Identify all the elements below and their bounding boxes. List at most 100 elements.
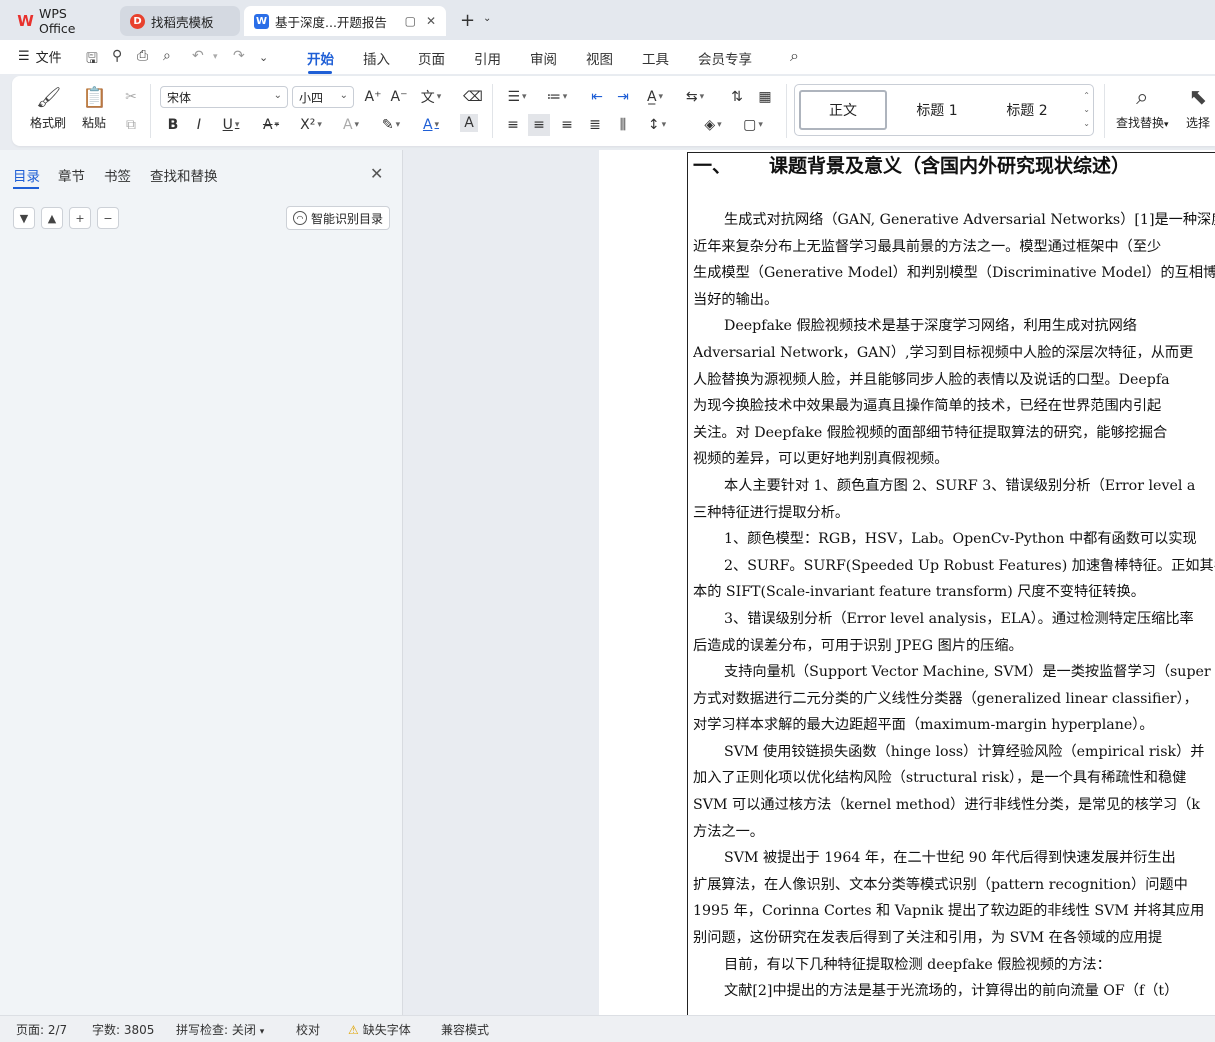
distributed-icon[interactable]: ⫼ (612, 114, 634, 136)
menu-view[interactable]: 视图 (586, 48, 613, 68)
proofread-button[interactable]: 校对 (296, 1021, 320, 1038)
format-painter-icon: 🖌 (36, 85, 62, 109)
paragraph-line: SVM 使用铰链损失函数（hinge loss）计算经验风险（empirical… (724, 743, 1205, 760)
copy-icon[interactable]: ⧉ (120, 114, 142, 136)
paragraph-line: 2、SURF。SURF(Speeded Up Robust Features) … (724, 557, 1215, 574)
word-count[interactable]: 字数: 3805 (92, 1021, 154, 1038)
paragraph-line: 加入了正则化项以优化结构风险（structural risk），是一个具有稀疏性… (693, 770, 1187, 787)
sort-icon[interactable]: ⇅ (726, 86, 748, 108)
search-icon[interactable]: ⌕ (790, 46, 799, 66)
redo-icon[interactable]: ↷ (233, 48, 245, 64)
tab-document[interactable]: W 基于深度...开题报告 ▢ ✕ (244, 6, 446, 36)
new-tab-plus-icon[interactable]: + (460, 10, 475, 31)
menu-tools[interactable]: 工具 (642, 48, 669, 68)
font-name-select[interactable]: 宋体 ⌄ (160, 86, 288, 108)
find-replace-button[interactable]: ⌕ 查找替换▾ (1116, 84, 1169, 131)
ribbon-divider (492, 84, 493, 138)
document-canvas: 一、 课题背景及意义（含国内外研究现状综述） 生成式对抗网络（GAN, Gener… (404, 150, 1215, 1015)
document-body[interactable]: 一、 课题背景及意义（含国内外研究现状综述） 生成式对抗网络（GAN, Gener… (693, 150, 1215, 1005)
undo-icon[interactable]: ↶ (192, 48, 204, 64)
paragraph-line: 别问题，这份研究在发表后得到了关注和引用，为 SVM 在各领域的应用提 (693, 930, 1163, 947)
spell-check-label: 拼写检查: 关闭 (176, 1023, 256, 1037)
border-icon[interactable]: ▢ (742, 114, 764, 136)
align-left-icon[interactable]: ≡ (502, 114, 524, 136)
smart-toc-label: 智能识别目录 (310, 211, 383, 226)
paragraph-line: 对学习样本求解的最大边距超平面（maximum-margin hyperplan… (693, 717, 1154, 734)
nav-tab-bookmarks[interactable]: 书签 (104, 165, 131, 185)
justify-icon[interactable]: ≣ (584, 114, 606, 136)
print-preview-icon[interactable]: ⌕ (163, 48, 171, 64)
superscript-icon[interactable]: X² (300, 114, 322, 136)
page-indicator[interactable]: 页面: 2/7 (16, 1021, 67, 1038)
paragraph-line: Adversarial Network，GAN）,学习到目标视频中人脸的深层次特… (693, 344, 1194, 361)
clear-format-icon[interactable]: ⌫ (462, 86, 484, 108)
menu-references[interactable]: 引用 (474, 48, 501, 68)
quick-access-more-icon[interactable]: ⌄ (259, 51, 268, 64)
missing-font-button[interactable]: ⚠ 缺失字体 (348, 1021, 411, 1038)
bullet-list-icon[interactable]: ☰ (506, 86, 528, 108)
menu-member[interactable]: 会员专享 (698, 48, 752, 68)
decrease-indent-icon[interactable]: ⇤ (586, 86, 608, 108)
menu-review[interactable]: 审阅 (530, 48, 557, 68)
save-icon[interactable]: 🖫 (86, 48, 98, 72)
select-button[interactable]: ⬉ 选择 (1186, 84, 1210, 131)
char-shading-icon[interactable]: A (460, 114, 478, 132)
nav-tab-find-replace[interactable]: 查找和替换 (150, 165, 218, 185)
file-menu-button[interactable]: ☰ 文件 (18, 47, 62, 66)
chinese-layout-icon[interactable]: A̲ (644, 86, 666, 108)
document-page[interactable]: 一、 课题背景及意义（含国内外研究现状综述） 生成式对抗网络（GAN, Gener… (599, 150, 1215, 1015)
print-icon[interactable]: ⎙ (137, 48, 148, 64)
cut-icon[interactable]: ✂ (120, 86, 142, 108)
format-painter-button[interactable]: 🖌 格式刷 (26, 84, 70, 131)
align-center-icon[interactable]: ≡ (528, 114, 550, 136)
new-tab-dropdown-icon[interactable]: ⌄ (483, 13, 491, 24)
style-heading-1[interactable]: 标题 1 (893, 90, 981, 130)
increase-indent-icon[interactable]: ⇥ (612, 86, 634, 108)
numbered-list-icon[interactable]: ≔ (546, 86, 568, 108)
highlight-icon[interactable]: ✎ (380, 114, 402, 136)
tab-wps-office[interactable]: W WPS Office (8, 6, 116, 36)
decrease-font-icon[interactable]: A⁻ (388, 86, 410, 108)
add-heading-icon[interactable]: + (69, 207, 91, 229)
tab-window-icon[interactable]: ▢ (405, 14, 416, 28)
shading-fill-icon[interactable]: ◈ (702, 114, 724, 136)
paragraph-line: 人脸替换为源视频人脸，并且能够同步人脸的表情以及说话的口型。Deepfa (693, 371, 1170, 388)
nav-tab-sections[interactable]: 章节 (58, 165, 85, 185)
text-effect-icon[interactable]: A (340, 114, 362, 136)
style-heading-2[interactable]: 标题 2 (983, 90, 1071, 130)
menu-page[interactable]: 页面 (418, 48, 445, 68)
underline-icon[interactable]: U (220, 114, 242, 136)
align-right-icon[interactable]: ≡ (556, 114, 578, 136)
increase-font-icon[interactable]: A⁺ (362, 86, 384, 108)
show-marks-icon[interactable]: ▦ (754, 86, 776, 108)
tab-wps-label: WPS Office (39, 6, 76, 36)
style-normal[interactable]: 正文 (799, 90, 887, 130)
heading-text: 课题背景及意义（含国内外研究现状综述） (769, 155, 1131, 177)
font-size-select[interactable]: 小四 ⌄ (292, 86, 354, 108)
font-color-icon[interactable]: A (420, 114, 442, 136)
strikethrough-icon[interactable]: A (260, 114, 282, 136)
italic-icon[interactable]: I (188, 114, 210, 136)
line-spacing-icon[interactable]: ↕ (646, 114, 668, 136)
menu-insert[interactable]: 插入 (363, 48, 390, 68)
wps-logo-icon: W (17, 12, 34, 30)
missing-font-label: 缺失字体 (362, 1023, 411, 1037)
nav-tab-toc[interactable]: 目录 (13, 165, 40, 185)
remove-heading-icon[interactable]: − (97, 207, 119, 229)
paste-button[interactable]: 📋 粘贴 (72, 84, 116, 131)
bold-icon[interactable]: B (162, 114, 184, 136)
phonetic-guide-icon[interactable]: 文 (420, 86, 442, 108)
styles-scroll-icon[interactable]: ⌃ ⌄ ⌄ (1083, 89, 1090, 131)
spell-check-status[interactable]: 拼写检查: 关闭 ▾ (176, 1021, 264, 1038)
smart-toc-button[interactable]: ◠ 智能识别目录 (286, 206, 390, 230)
menu-home[interactable]: 开始 (307, 48, 334, 68)
text-direction-icon[interactable]: ⇆ (684, 86, 706, 108)
share-link-icon[interactable]: ⚲ (112, 48, 122, 64)
magnifier-icon: ⌕ (1136, 85, 1149, 110)
expand-up-icon[interactable]: ▲ (41, 207, 63, 229)
tab-templates[interactable]: D 找稻壳模板 (120, 6, 240, 36)
close-icon[interactable]: ✕ (370, 164, 383, 183)
collapse-down-icon[interactable]: ▼ (13, 207, 35, 229)
undo-dropdown-icon[interactable]: ▾ (213, 52, 218, 62)
tab-close-icon[interactable]: ✕ (426, 14, 436, 28)
